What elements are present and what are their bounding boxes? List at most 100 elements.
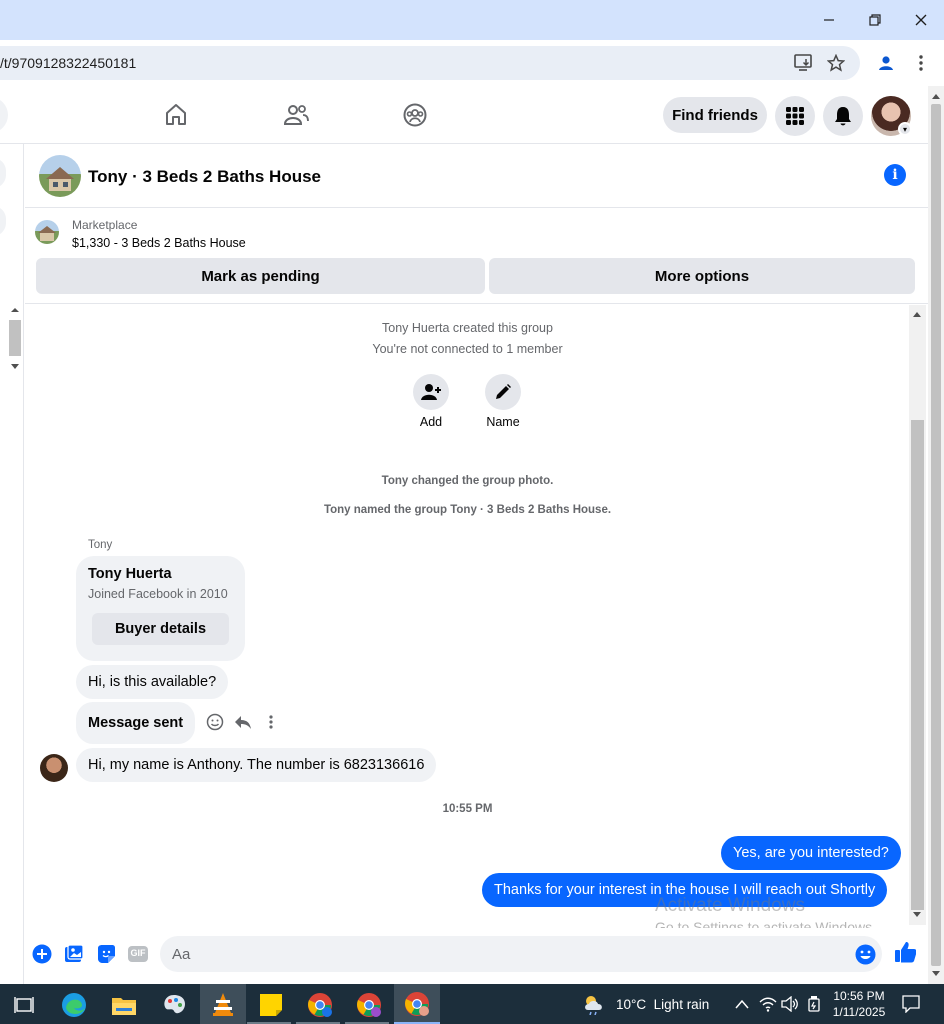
more-options-button[interactable]: More options [489,258,915,294]
add-person-icon [421,384,441,400]
groups-icon [403,103,427,127]
listing-price-title[interactable]: $1,330 - 3 Beds 2 Baths House [72,236,246,250]
message-more-button[interactable] [261,712,281,732]
more-actions-button[interactable] [31,943,53,965]
close-window-button[interactable] [898,0,944,40]
taskbar-chrome-profile-a[interactable] [300,989,340,1021]
profile-button[interactable] [873,50,899,76]
mark-as-pending-button[interactable]: Mark as pending [36,258,485,294]
message-input-placeholder: Aa [172,945,191,963]
browser-title-bar [0,0,944,40]
restore-button[interactable] [852,0,898,40]
sticker-button[interactable] [95,943,117,965]
notifications-button[interactable] [823,96,863,136]
taskbar-chrome-profile-c[interactable] [394,984,440,1024]
chat-list-edge [0,144,24,984]
taskbar-file-explorer[interactable] [104,989,144,1021]
group-photo[interactable] [39,155,81,197]
smiley-icon [206,713,224,731]
weather-text: 10°C Light rain [616,996,710,1012]
friends-icon [283,105,309,125]
add-member-button[interactable] [413,374,449,410]
gif-button[interactable]: GIF [127,943,149,965]
thread-scrollbar[interactable] [909,305,926,925]
install-icon [794,54,812,71]
message-bubble[interactable]: Hi, is this available? [76,665,229,699]
minimize-button[interactable] [806,0,852,40]
browser-menu-button[interactable] [908,50,934,76]
facebook-top-nav: Find friends [0,86,928,144]
clock-date: 1/11/2025 [832,1005,886,1019]
close-icon [915,14,927,26]
pencil-icon [496,384,511,399]
buyer-details-button[interactable]: Buyer details [92,613,229,645]
chat-list-item-edge[interactable] [0,206,6,236]
react-button[interactable] [205,712,225,732]
menu-button[interactable] [775,96,815,136]
task-view-button[interactable] [4,989,44,1021]
sender-avatar[interactable] [40,754,68,782]
clock[interactable]: 10:56 PM 1/11/2025 [826,984,892,1024]
house-thumbnail-icon [38,226,56,241]
attach-media-button[interactable] [63,943,85,965]
rain-cloud-icon [585,996,602,1015]
show-hidden-icons-button[interactable] [735,984,749,1024]
restore-icon [869,14,881,26]
message-thread: Tony Huerta created this group You're no… [25,305,928,925]
name-label: Name [486,415,520,429]
emoji-button[interactable] [854,943,876,965]
chrome-icon [405,992,429,1016]
chat-list-scrollbar[interactable] [7,307,23,373]
buyer-name: Tony Huerta [88,566,172,582]
weather-widget[interactable]: 10°C Light rain [582,984,709,1024]
taskbar-edge-browser[interactable] [54,989,94,1021]
message-bubble[interactable]: Message sent [76,702,196,744]
taskbar-chrome-profile-b[interactable] [349,989,389,1021]
chat-list-item-edge[interactable] [0,158,6,188]
home-tab[interactable] [161,100,191,130]
taskbar-sticky-notes[interactable] [251,989,291,1021]
page-scrollbar[interactable] [928,86,944,984]
message-timestamp: 10:55 PM [442,803,493,815]
network-button[interactable] [759,984,777,1024]
listing-thumbnail[interactable] [35,220,59,244]
taskbar-vlc-player[interactable] [200,984,246,1024]
friends-tab[interactable] [281,100,311,130]
clock-time: 10:56 PM [833,989,885,1003]
notification-center-button[interactable] [902,984,920,1024]
thumbs-up-icon [895,942,916,963]
bookmark-button[interactable] [823,50,849,76]
message-composer: GIF Aa [25,928,928,982]
page-scrollbar-thumb[interactable] [931,104,941,966]
reply-button[interactable] [233,712,253,732]
minimize-icon [824,19,834,21]
chevron-up-icon [735,999,749,1009]
volume-button[interactable] [781,984,799,1024]
marketplace-listing-banner: Marketplace $1,330 - 3 Beds 2 Baths Hous… [25,208,928,304]
reply-icon [235,716,251,729]
address-bar[interactable]: /t/9709128322450181 [0,46,860,80]
thread-scrollbar-thumb[interactable] [911,420,924,910]
info-icon[interactable]: i [884,164,906,186]
message-input[interactable]: Aa [160,936,882,972]
battery-button[interactable] [807,984,821,1024]
photo-icon [65,944,84,962]
grid-menu-icon [786,107,804,125]
message-bubble[interactable]: Hi, my name is Anthony. The number is 68… [76,748,437,782]
like-button[interactable] [894,941,916,963]
sender-name: Tony [88,539,113,551]
chevron-down-icon[interactable]: ▾ [898,122,912,136]
conversation-title: Tony · 3 Beds 2 Baths House [88,167,322,186]
name-group-button[interactable] [485,374,521,410]
find-friends-button[interactable]: Find friends [663,97,767,133]
chrome-icon [357,993,381,1017]
message-square-icon [902,995,920,1013]
sent-message-bubble[interactable]: Yes, are you interested? [721,836,901,870]
install-app-button[interactable] [791,50,817,76]
search-box-edge[interactable] [0,97,8,133]
profile-icon [879,56,893,70]
taskbar-paint-app[interactable] [154,989,194,1021]
battery-plug-icon [808,996,820,1012]
kebab-icon [919,55,923,71]
groups-tab[interactable] [400,100,430,130]
